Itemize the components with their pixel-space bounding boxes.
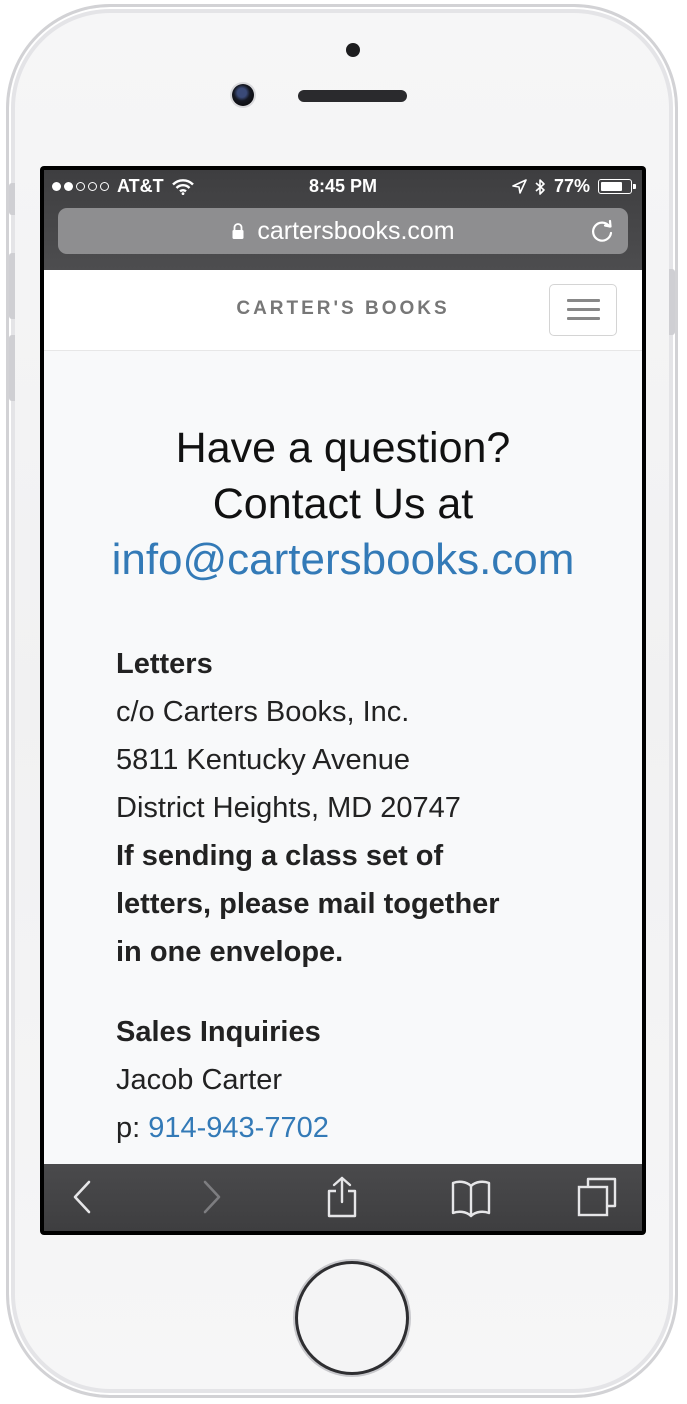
phone-screen: AT&T 8:45 PM 77% cartersbooks.com CARTER… xyxy=(40,166,646,1235)
sales-phone-link[interactable]: 914-943-7702 xyxy=(148,1112,329,1144)
power-button xyxy=(669,269,675,335)
address-bar[interactable]: cartersbooks.com xyxy=(58,208,628,254)
lock-icon xyxy=(232,223,244,239)
phone-prefix: p: xyxy=(116,1112,141,1144)
hamburger-icon xyxy=(567,299,600,302)
menu-toggle-button[interactable] xyxy=(549,284,617,336)
letters-note-line: If sending a class set of xyxy=(116,840,444,872)
contact-heading: Have a question? Contact Us at info@cart… xyxy=(44,420,642,588)
letters-title: Letters xyxy=(116,648,213,680)
battery-fill xyxy=(601,182,622,191)
safari-top-bar: AT&T 8:45 PM 77% cartersbooks.com xyxy=(44,170,642,270)
safari-toolbar xyxy=(44,1164,642,1231)
book-icon[interactable] xyxy=(450,1176,492,1218)
earpiece-speaker xyxy=(298,90,407,102)
hamburger-icon-line xyxy=(567,317,600,320)
reload-icon[interactable] xyxy=(588,217,616,245)
site-navbar: CARTER'S BOOKS xyxy=(44,270,642,351)
letters-address-line: 5811 Kentucky Avenue xyxy=(116,744,410,776)
sales-contact-name: Jacob Carter xyxy=(116,1064,283,1096)
bluetooth-icon xyxy=(535,178,545,195)
volume-up-button xyxy=(9,253,15,319)
proximity-sensor xyxy=(346,43,360,57)
sales-title: Sales Inquiries xyxy=(116,1016,321,1048)
battery-percent: 77% xyxy=(553,176,590,196)
address-bar-url: cartersbooks.com xyxy=(257,216,455,245)
home-button[interactable] xyxy=(298,1264,406,1372)
heading-line-1: Have a question? xyxy=(175,424,511,472)
letters-address-line: District Heights, MD 20747 xyxy=(116,792,461,824)
letters-note-line: in one envelope. xyxy=(116,936,344,968)
contact-email-link[interactable]: info@cartersbooks.com xyxy=(44,532,642,588)
location-arrow-icon xyxy=(512,179,527,194)
share-icon[interactable] xyxy=(321,1176,363,1218)
contact-details: Letters c/o Carters Books, Inc. 5811 Ken… xyxy=(116,640,636,1152)
letters-note-line: letters, please mail together xyxy=(116,888,500,920)
volume-down-button xyxy=(9,335,15,401)
hamburger-icon-line xyxy=(567,308,600,311)
tabs-icon[interactable] xyxy=(576,1176,618,1218)
sales-phone-row: p: 914-943-7702 xyxy=(116,1104,636,1152)
front-camera xyxy=(232,84,254,106)
chevron-right-icon[interactable] xyxy=(190,1176,232,1218)
mute-switch xyxy=(9,183,15,215)
heading-line-2: Contact Us at xyxy=(212,480,474,528)
letters-address-line: c/o Carters Books, Inc. xyxy=(116,696,410,728)
status-bar: AT&T 8:45 PM 77% xyxy=(44,170,642,204)
web-page: CARTER'S BOOKS Have a question? Contact … xyxy=(44,270,642,1164)
battery-icon xyxy=(598,179,636,194)
chevron-left-icon[interactable] xyxy=(62,1176,104,1218)
